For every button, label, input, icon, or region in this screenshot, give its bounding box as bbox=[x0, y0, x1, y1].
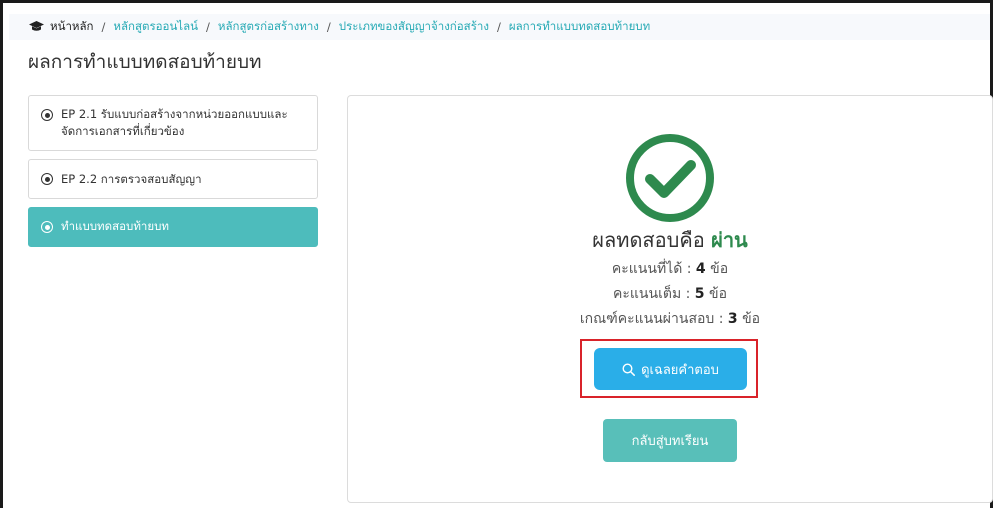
radio-dot-icon bbox=[41, 109, 53, 121]
app-frame: หน้าหลัก / หลักสูตรออนไลน์ / หลักสูตรก่อ… bbox=[0, 0, 993, 508]
breadcrumb-home-label: หน้าหลัก bbox=[50, 19, 94, 33]
score-full-unit: ข้อ bbox=[709, 286, 727, 302]
score-obtained-label: คะแนนที่ได้ : bbox=[611, 261, 692, 277]
sidebar-item-ep-2-1[interactable]: EP 2.1 รับแบบก่อสร้างจากหน่วยออกแบบและจั… bbox=[28, 95, 318, 151]
back-to-lesson-button[interactable]: กลับสู่บทเรียน bbox=[603, 419, 737, 462]
view-answers-label: ดูเฉลยคำตอบ bbox=[641, 362, 719, 378]
breadcrumb-online-courses[interactable]: หลักสูตรออนไลน์ bbox=[113, 18, 198, 36]
sidebar-item-final-test[interactable]: ทำแบบทดสอบท้ายบท bbox=[28, 207, 318, 247]
view-answers-button[interactable]: ดูเฉลยคำตอบ bbox=[594, 348, 747, 390]
score-pass-unit: ข้อ bbox=[742, 311, 761, 327]
score-pass-label: เกณฑ์คะแนนผ่านสอบ : bbox=[579, 311, 724, 327]
sidebar-item-ep-2-2[interactable]: EP 2.2 การตรวจสอบสัญญา bbox=[28, 159, 318, 199]
score-full: คะแนนเต็ม : 5 ข้อ bbox=[348, 283, 992, 305]
breadcrumb-contract-types[interactable]: ประเภทของสัญญาจ้างก่อสร้าง bbox=[339, 18, 489, 36]
score-obtained: คะแนนที่ได้ : 4 ข้อ bbox=[348, 258, 992, 280]
check-circle-icon bbox=[626, 134, 714, 222]
result-heading-label: ผลทดสอบคือ bbox=[592, 228, 705, 252]
radio-dot-icon bbox=[41, 221, 53, 233]
lesson-sidebar: EP 2.1 รับแบบก่อสร้างจากหน่วยออกแบบและจั… bbox=[28, 95, 318, 255]
result-heading: ผลทดสอบคือ ผ่าน bbox=[348, 224, 992, 256]
breadcrumb-separator: / bbox=[101, 20, 106, 34]
radio-dot-icon bbox=[41, 173, 53, 185]
back-to-lesson-label: กลับสู่บทเรียน bbox=[631, 434, 709, 449]
page-title: ผลการทำแบบทดสอบท้ายบท bbox=[28, 51, 262, 73]
score-pass-value: 3 bbox=[727, 311, 738, 327]
result-card: ผลทดสอบคือ ผ่าน คะแนนที่ได้ : 4 ข้อ คะแน… bbox=[347, 95, 993, 503]
breadcrumb-home[interactable]: หน้าหลัก bbox=[29, 18, 94, 36]
score-full-value: 5 bbox=[694, 286, 705, 302]
sidebar-item-label: ทำแบบทดสอบท้ายบท bbox=[61, 219, 169, 233]
score-obtained-unit: ข้อ bbox=[710, 261, 729, 277]
search-icon bbox=[622, 362, 636, 376]
breadcrumb: หน้าหลัก / หลักสูตรออนไลน์ / หลักสูตรก่อ… bbox=[9, 14, 990, 40]
result-status: ผ่าน bbox=[711, 228, 748, 252]
breadcrumb-separator: / bbox=[496, 20, 501, 34]
graduation-cap-icon bbox=[29, 21, 44, 31]
breadcrumb-separator: / bbox=[326, 20, 331, 34]
score-full-label: คะแนนเต็ม : bbox=[613, 286, 691, 302]
score-pass-criteria: เกณฑ์คะแนนผ่านสอบ : 3 ข้อ bbox=[348, 308, 992, 330]
breadcrumb-current[interactable]: ผลการทำแบบทดสอบท้ายบท bbox=[509, 18, 650, 36]
breadcrumb-separator: / bbox=[206, 20, 210, 34]
sidebar-item-label: EP 2.1 รับแบบก่อสร้างจากหน่วยออกแบบและจั… bbox=[61, 107, 288, 138]
score-obtained-value: 4 bbox=[695, 261, 706, 277]
breadcrumb-road-course[interactable]: หลักสูตรก่อสร้างทาง bbox=[218, 18, 319, 36]
sidebar-item-label: EP 2.2 การตรวจสอบสัญญา bbox=[61, 171, 202, 186]
